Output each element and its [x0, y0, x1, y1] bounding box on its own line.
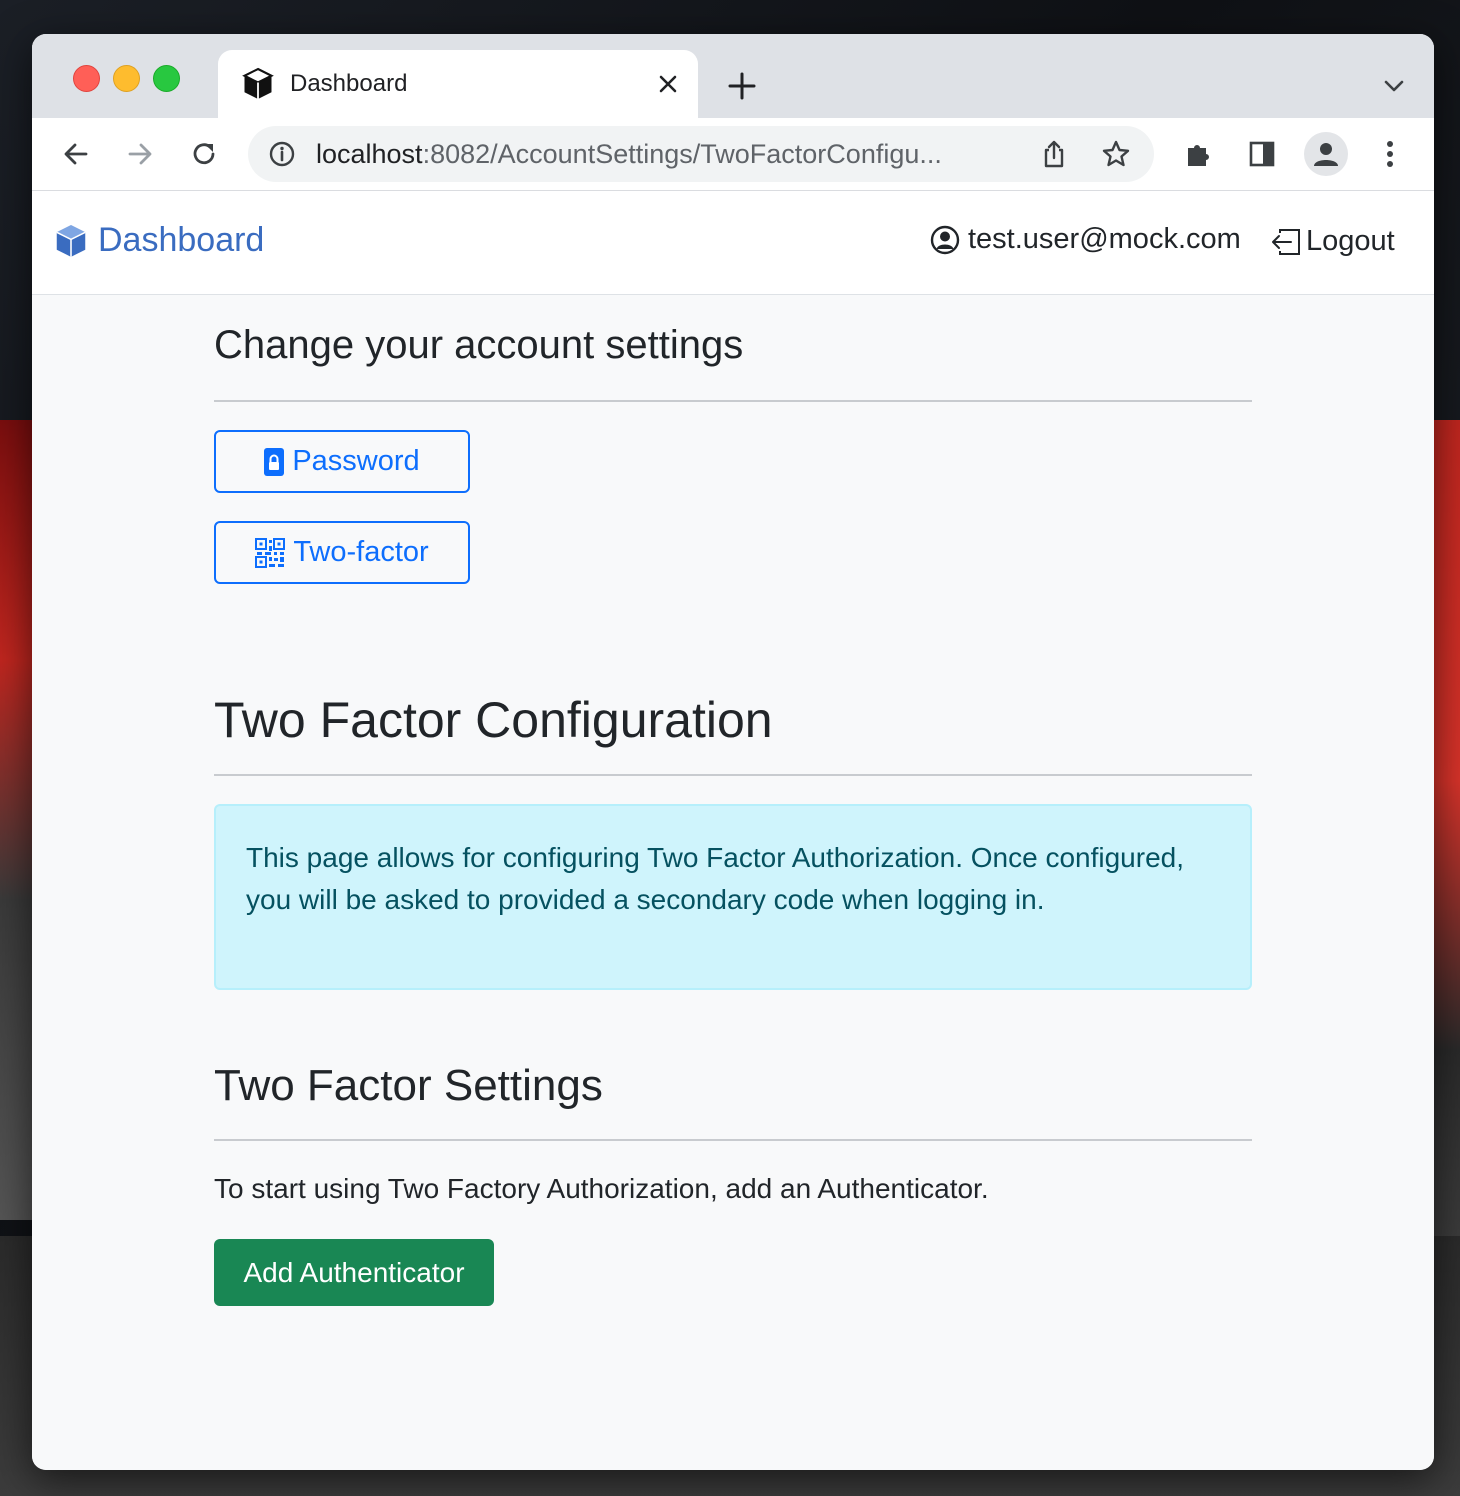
- browser-window: Dashboard localhost:8082/AccountSettings…: [32, 34, 1434, 1470]
- browser-toolbar: localhost:8082/AccountSettings/TwoFactor…: [32, 118, 1434, 191]
- chevron-down-icon[interactable]: [1380, 72, 1408, 100]
- qr-code-icon: [255, 537, 286, 568]
- brand-text: Dashboard: [98, 221, 265, 259]
- info-icon[interactable]: [268, 140, 296, 168]
- share-icon[interactable]: [1038, 138, 1070, 170]
- url-path: :8082/AccountSettings/TwoFactorConfigu..…: [422, 139, 942, 169]
- password-button[interactable]: Password: [214, 430, 470, 493]
- logout-link[interactable]: Logout: [1270, 225, 1395, 258]
- close-window-button[interactable]: [73, 65, 100, 92]
- user-email: test.user@mock.com: [968, 223, 1241, 255]
- kebab-menu-icon[interactable]: [1370, 134, 1410, 174]
- box-icon: [56, 224, 86, 257]
- logout-icon: [1272, 228, 1300, 255]
- new-tab-icon[interactable]: [722, 66, 762, 106]
- address-bar[interactable]: localhost:8082/AccountSettings/TwoFactor…: [248, 126, 1154, 182]
- tab-close-icon[interactable]: [652, 68, 684, 100]
- web-page: Dashboard test.user@mock.com Logout Chan…: [32, 191, 1434, 1470]
- tab-title: Dashboard: [290, 70, 408, 97]
- url-text[interactable]: localhost:8082/AccountSettings/TwoFactor…: [316, 139, 1016, 170]
- divider: [214, 774, 1252, 776]
- password-button-label: Password: [292, 445, 420, 477]
- two-factor-button-label: Two-factor: [293, 536, 429, 568]
- profile-avatar-icon[interactable]: [1304, 132, 1348, 176]
- instructions-text: To start using Two Factory Authorization…: [214, 1173, 989, 1204]
- minimize-window-button[interactable]: [113, 65, 140, 92]
- two-factor-settings-heading: Two Factor Settings: [214, 1061, 603, 1110]
- maximize-window-button[interactable]: [153, 65, 180, 92]
- two-factor-config-heading: Two Factor Configuration: [214, 692, 773, 748]
- lock-icon: [264, 447, 285, 476]
- tab-strip: Dashboard: [32, 34, 1434, 118]
- person-circle-icon: [930, 225, 960, 254]
- url-host: localhost: [316, 139, 423, 169]
- info-alert: This page allows for configuring Two Fac…: [214, 804, 1252, 990]
- divider: [214, 1139, 1252, 1141]
- user-account-link[interactable]: test.user@mock.com: [930, 223, 1241, 256]
- logout-label: Logout: [1306, 225, 1395, 257]
- two-factor-button[interactable]: Two-factor: [214, 521, 470, 584]
- reload-icon[interactable]: [184, 134, 224, 174]
- forward-icon[interactable]: [120, 134, 160, 174]
- site-navbar: Dashboard test.user@mock.com Logout: [32, 191, 1434, 295]
- brand-link[interactable]: Dashboard: [52, 221, 264, 260]
- back-icon[interactable]: [56, 134, 96, 174]
- browser-tab-active[interactable]: Dashboard: [218, 50, 698, 118]
- side-panel-icon[interactable]: [1242, 134, 1282, 174]
- box-icon: [242, 67, 274, 99]
- bookmark-star-icon[interactable]: [1100, 138, 1132, 170]
- account-settings-heading: Change your account settings: [214, 323, 744, 367]
- extensions-puzzle-icon[interactable]: [1178, 134, 1218, 174]
- divider: [214, 400, 1252, 402]
- add-authenticator-button[interactable]: Add Authenticator: [214, 1239, 494, 1306]
